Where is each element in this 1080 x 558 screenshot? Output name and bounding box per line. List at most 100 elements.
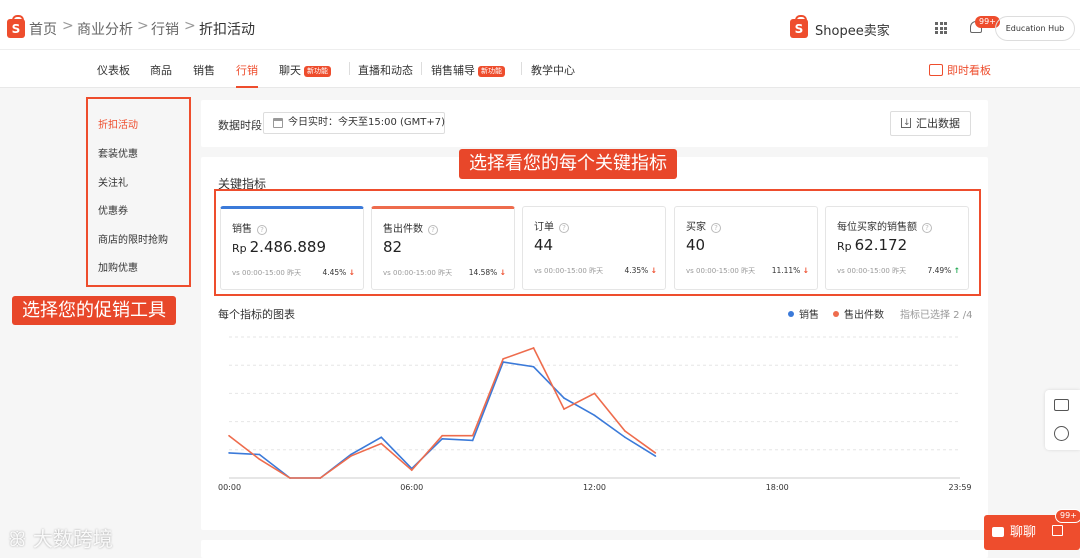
mail-icon[interactable] — [1054, 399, 1069, 411]
metric-value: 44 — [534, 236, 553, 254]
promo-tool-callout: 选择您的促销工具 — [12, 296, 176, 325]
metric-card-buyers[interactable]: 买家? 40 vs 00:00-15:00 昨天 11.11% ↓ — [674, 206, 818, 290]
help-icon[interactable]: ? — [922, 223, 932, 233]
metric-card-sales-per-buyer[interactable]: 每位买家的销售额? Rp 62.172 vs 00:00-15:00 昨天 7.4… — [825, 206, 969, 290]
metric-comparison: vs 00:00-15:00 昨天 — [534, 267, 604, 275]
sidebar-item-bundle-deal[interactable]: 套装优惠 — [98, 145, 138, 160]
trend-chart-icon — [929, 64, 943, 76]
metric-card-sales[interactable]: 销售? Rp 2.486.889 vs 00:00-15:00 昨天 4.45% … — [220, 206, 364, 290]
tab-dashboard[interactable]: 仪表板 — [97, 62, 130, 78]
tab-sales-coach[interactable]: 销售辅导 新功能 — [431, 62, 505, 78]
metric-comparison: vs 00:00-15:00 昨天 — [837, 267, 907, 275]
export-data-label: 汇出数据 — [916, 117, 960, 130]
metric-change-value: 4.35% — [624, 266, 649, 275]
breadcrumb-home[interactable]: 首页 — [29, 19, 57, 39]
apps-grid-icon[interactable] — [935, 22, 947, 34]
tab-live-and-feed[interactable]: 直播和动态 — [358, 62, 413, 78]
download-icon — [901, 112, 911, 135]
tab-sales[interactable]: 销售 — [193, 62, 215, 78]
tab-chat-label: 聊天 — [279, 64, 301, 77]
metric-name-text: 每位买家的销售额 — [837, 222, 917, 233]
metric-change: 7.49% ↑ — [927, 266, 960, 275]
metric-change-value: 14.58% — [468, 268, 498, 277]
metric-card-units-sold[interactable]: 售出件数? 82 vs 00:00-15:00 昨天 14.58% ↓ — [371, 206, 515, 290]
watermark-logo: ꕥ 大数跨境 — [8, 527, 113, 551]
sidebar-item-follow-prize[interactable]: 关注礼 — [98, 174, 128, 189]
data-period-picker[interactable]: 今日实时：今天至15:00 (GMT+7) — [263, 112, 445, 134]
metric-comparison: vs 00:00-15:00 昨天 — [383, 269, 453, 277]
metric-number: 40 — [686, 236, 706, 254]
metric-comparison: vs 00:00-15:00 昨天 — [232, 269, 302, 277]
sidebar-item-shop-flash-sale[interactable]: 商店的限时抢购 — [98, 231, 168, 246]
export-data-button[interactable]: 汇出数据 — [890, 111, 971, 136]
metric-name-text: 销售 — [232, 224, 252, 235]
selected-metrics-count: 指标已选择 2 /4 — [900, 310, 973, 321]
breadcrumb-marketing[interactable]: 行销 — [151, 19, 179, 39]
legend-item-sales[interactable]: 销售 — [788, 306, 819, 321]
chat-popout-icon — [1052, 525, 1063, 536]
new-feature-tag: 新功能 — [478, 66, 505, 77]
metric-value: Rp 62.172 — [837, 236, 907, 254]
metric-change-value: 7.49% — [927, 266, 952, 275]
legend-item-units-sold[interactable]: 售出件数 — [833, 306, 884, 321]
metric-name: 订单? — [534, 218, 569, 233]
help-icon[interactable]: ? — [257, 225, 267, 235]
x-tick-label: 18:00 — [765, 483, 789, 492]
help-icon[interactable]: ? — [559, 223, 569, 233]
metric-change: 4.35% ↓ — [624, 266, 657, 275]
legend-label: 售出件数 — [844, 310, 884, 321]
breadcrumb-separator: > — [62, 18, 74, 34]
tab-products[interactable]: 商品 — [150, 62, 172, 78]
breadcrumb-separator: > — [184, 18, 196, 34]
sidebar-item-vouchers[interactable]: 优惠券 — [98, 202, 128, 217]
tab-marketing[interactable]: 行销 — [236, 62, 258, 78]
active-tab-indicator — [236, 86, 258, 88]
metric-name: 售出件数? — [383, 220, 438, 235]
key-metrics-callout: 选择看您的每个关键指标 — [459, 149, 677, 179]
metric-number: 2.486.889 — [249, 238, 326, 256]
chat-label: 聊聊 — [1010, 525, 1037, 540]
seller-centre-title[interactable]: Shopee卖家 — [815, 20, 890, 39]
metric-change: 4.45% ↓ — [322, 268, 355, 277]
x-tick-label: 12:00 — [582, 483, 607, 492]
trend-up-icon: ↑ — [953, 266, 960, 275]
metric-number: 62.172 — [854, 236, 908, 254]
calendar-icon — [273, 118, 283, 128]
new-feature-tag: 新功能 — [304, 66, 331, 77]
floating-toolbar — [1045, 390, 1080, 450]
sidebar-item-add-on-deal[interactable]: 加购优惠 — [98, 259, 138, 274]
chat-unread-badge: 99+ — [1055, 509, 1080, 523]
tab-chat[interactable]: 聊天 新功能 — [279, 62, 331, 78]
legend-dot-orange — [833, 311, 839, 317]
realtime-dashboard-label: 即时看板 — [947, 64, 991, 77]
trend-down-icon: ↓ — [348, 268, 355, 277]
tab-sales-coach-label: 销售辅导 — [431, 64, 475, 77]
next-section-card — [201, 540, 988, 558]
help-icon[interactable]: ? — [711, 223, 721, 233]
metric-value: 40 — [686, 236, 705, 254]
metric-change-value: 4.45% — [322, 268, 347, 277]
metric-name: 销售? — [232, 220, 267, 235]
x-tick-label: 23:59 — [948, 483, 972, 492]
metric-name: 每位买家的销售额? — [837, 218, 932, 233]
metric-card-orders[interactable]: 订单? 44 vs 00:00-15:00 昨天 4.35% ↓ — [522, 206, 666, 290]
nav-divider — [349, 62, 350, 75]
trend-down-icon: ↓ — [802, 266, 809, 275]
realtime-dashboard-link[interactable]: 即时看板 — [929, 62, 991, 78]
tab-learning-center[interactable]: 教学中心 — [531, 62, 575, 78]
metric-change: 14.58% ↓ — [469, 268, 506, 277]
help-icon[interactable]: ? — [428, 225, 438, 235]
metric-name-text: 买家 — [686, 222, 706, 233]
chart-title: 每个指标的图表 — [218, 308, 295, 321]
education-hub-button[interactable]: Education Hub — [995, 16, 1075, 41]
metric-number: 44 — [534, 236, 554, 254]
metric-name: 买家? — [686, 218, 721, 233]
x-tick-label: 00:00 — [218, 483, 242, 492]
shopee-logo-icon[interactable]: S — [7, 15, 25, 38]
data-period-value: 今日实时：今天至15:00 (GMT+7) — [288, 117, 446, 128]
sidebar-item-discount[interactable]: 折扣活动 — [98, 116, 138, 131]
metric-name-text: 订单 — [534, 222, 554, 233]
breadcrumb-business-insights[interactable]: 商业分析 — [77, 19, 133, 39]
metric-value: Rp 2.486.889 — [232, 238, 326, 256]
headset-icon[interactable] — [1054, 426, 1069, 441]
